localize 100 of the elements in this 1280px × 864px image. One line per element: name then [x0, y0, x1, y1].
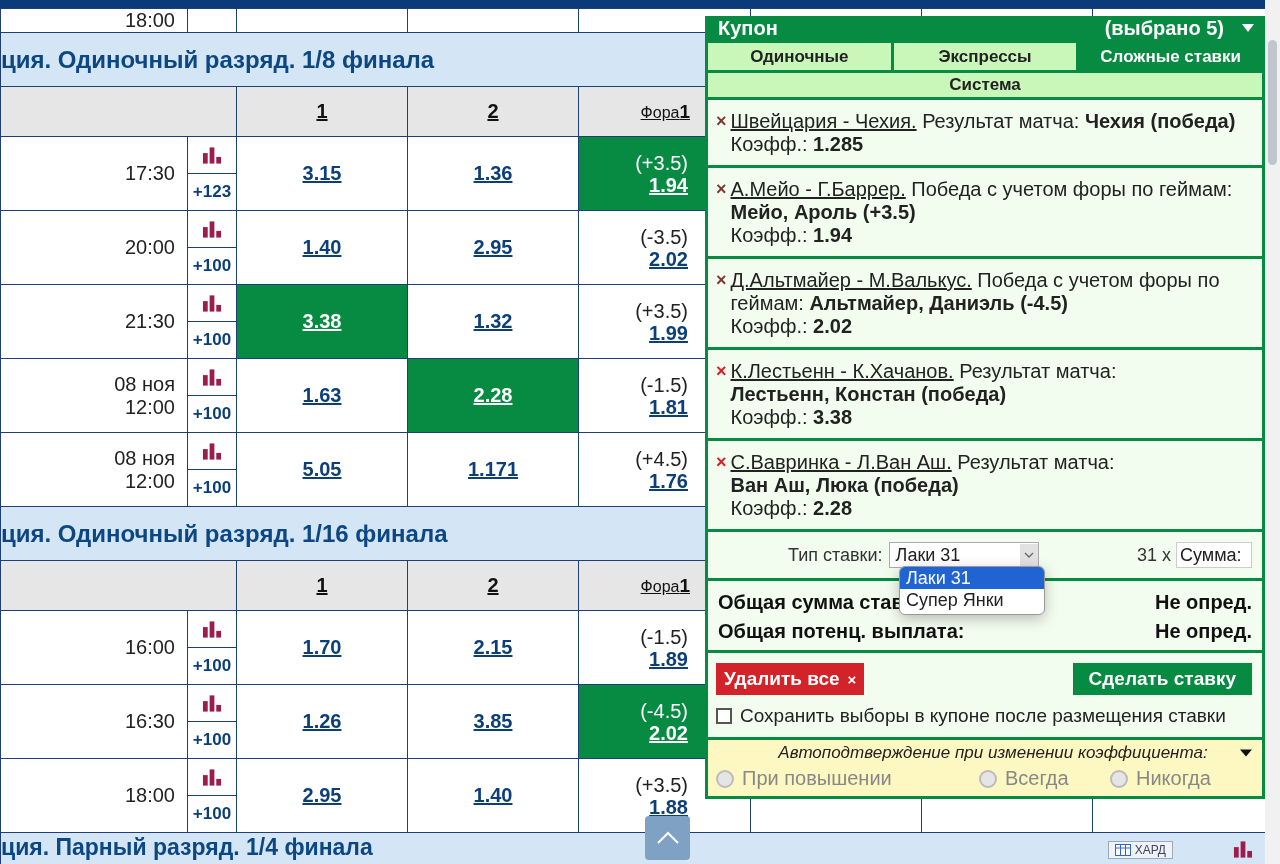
- checkbox[interactable]: [716, 708, 732, 724]
- radio-label: Всегда: [1005, 767, 1069, 790]
- remove-button[interactable]: ×: [716, 269, 727, 292]
- match-link[interactable]: С.Вавринка - Л.Ван Аш.: [730, 451, 952, 473]
- bet-type-label: Тип ставки:: [788, 544, 883, 566]
- odds-cell[interactable]: (+3.5) 1.94: [579, 137, 706, 210]
- system-tab[interactable]: Система: [708, 73, 1262, 97]
- coupon-tab[interactable]: Одиночные: [708, 43, 891, 70]
- handicap-line: (+3.5): [635, 299, 688, 322]
- chart-icon: [202, 146, 222, 164]
- odds-cell[interactable]: 5.05: [236, 432, 408, 507]
- dropdown-option[interactable]: Лаки 31: [900, 567, 1044, 589]
- odds-link[interactable]: 2.02: [649, 721, 688, 744]
- odds-link[interactable]: 1.63: [302, 384, 342, 406]
- statistics-button[interactable]: [202, 442, 222, 460]
- match-link[interactable]: К.Лестьенн - К.Хачанов.: [730, 360, 954, 382]
- chevron-up-icon: [655, 831, 680, 845]
- surface-badge[interactable]: ХАРД: [1107, 841, 1173, 859]
- odds-link[interactable]: 3.15: [302, 162, 342, 184]
- match-link[interactable]: Швейцария - Чехия.: [730, 110, 917, 132]
- delete-all-button[interactable]: Удалить все ×: [716, 663, 865, 695]
- odds-cell[interactable]: 2.95: [236, 758, 408, 833]
- autoconfirm-title: Автоподтверждение при изменении коэффициента:: [776, 743, 1209, 763]
- odds-cell[interactable]: 1.63: [236, 358, 408, 433]
- odds-cell[interactable]: 3.38: [236, 284, 408, 359]
- column-header[interactable]: 1: [316, 574, 328, 596]
- odds-cell[interactable]: 2.15: [407, 610, 579, 685]
- scrollbar-thumb[interactable]: [1268, 40, 1277, 165]
- caret-icon: [1023, 552, 1034, 558]
- column-header[interactable]: 2: [487, 100, 499, 122]
- odds-link[interactable]: 3.38: [302, 310, 342, 332]
- odds-link[interactable]: 1.32: [473, 310, 513, 332]
- odds-text: Коэфф.: 1.285: [730, 133, 865, 156]
- handicap-line: (-3.5): [640, 225, 688, 248]
- column-header[interactable]: Фора1: [640, 574, 690, 597]
- time-text: 16:00: [124, 636, 175, 658]
- remove-button[interactable]: ×: [716, 178, 727, 201]
- statistics-button[interactable]: [202, 146, 222, 164]
- statistics-button[interactable]: [202, 294, 222, 312]
- odds-cell[interactable]: (-4.5) 2.02: [579, 685, 706, 758]
- odds-cell[interactable]: (-1.5) 1.81: [579, 359, 706, 432]
- odds-link[interactable]: 2.95: [302, 784, 342, 806]
- statistics-button[interactable]: [202, 694, 222, 712]
- odds-link[interactable]: 2.15: [473, 636, 513, 658]
- odds-cell[interactable]: (+4.5) 1.76: [579, 433, 706, 506]
- bet-type-select[interactable]: Лаки 31: [888, 542, 1039, 568]
- dropdown-option[interactable]: Супер Янки: [900, 589, 1044, 611]
- odds-link[interactable]: 5.05: [302, 458, 342, 480]
- match-link[interactable]: А.Мейо - Г.Баррер.: [730, 178, 906, 200]
- odds-cell[interactable]: 1.26: [236, 684, 408, 759]
- odds-cell[interactable]: 1.70: [236, 610, 408, 685]
- odds-link[interactable]: 2.95: [473, 236, 513, 258]
- handicap-line: (+3.5): [635, 151, 688, 174]
- odds-link[interactable]: 1.89: [649, 647, 688, 670]
- odds-cell[interactable]: 1.36: [407, 136, 579, 211]
- chart-icon: [202, 442, 222, 460]
- odds-link[interactable]: 1.81: [649, 395, 688, 418]
- odds-cell[interactable]: 1.32: [407, 284, 579, 359]
- odds-link[interactable]: 1.88: [649, 795, 688, 818]
- match-link[interactable]: Д.Альтмайер - М.Валькус.: [730, 269, 972, 291]
- statistics-button[interactable]: [202, 768, 222, 786]
- remove-button[interactable]: ×: [716, 451, 727, 474]
- odds-cell[interactable]: 1.171: [407, 432, 579, 507]
- odds-link[interactable]: 3.85: [473, 710, 513, 732]
- odds-link[interactable]: 2.28: [473, 384, 513, 406]
- statistics-button[interactable]: [202, 220, 222, 238]
- odds-cell[interactable]: 2.28: [407, 358, 579, 433]
- odds-link[interactable]: 1.76: [649, 469, 688, 492]
- odds-link[interactable]: 1.171: [467, 458, 519, 480]
- time-text: 21:30: [124, 310, 175, 332]
- date-text: 08 ноя: [114, 372, 175, 395]
- multiplier-text: 31 x: [1136, 544, 1171, 566]
- odds-cell[interactable]: 3.15: [236, 136, 408, 211]
- odds-link[interactable]: 1.26: [302, 710, 342, 732]
- handicap-line: (+4.5): [635, 447, 688, 470]
- odds-cell[interactable]: 2.95: [407, 210, 579, 285]
- radio-label: Никогда: [1136, 767, 1211, 790]
- coupon-tab[interactable]: Экспрессы: [893, 43, 1077, 70]
- odds-link[interactable]: 2.02: [649, 247, 688, 270]
- odds-link[interactable]: 1.99: [649, 321, 688, 344]
- remove-button[interactable]: ×: [716, 110, 727, 133]
- selection-count: (выбрано 5): [1104, 16, 1224, 40]
- remove-button[interactable]: ×: [716, 360, 727, 383]
- statistics-button[interactable]: [202, 620, 222, 638]
- amount-field[interactable]: Сумма:: [1176, 542, 1252, 568]
- odds-link[interactable]: 1.40: [473, 784, 513, 806]
- statistics-button[interactable]: [202, 368, 222, 386]
- odds-link[interactable]: 1.36: [473, 162, 513, 184]
- odds-link[interactable]: 1.40: [302, 236, 342, 258]
- odds-cell[interactable]: 1.40: [236, 210, 408, 285]
- column-header[interactable]: 1: [316, 100, 328, 122]
- odds-link[interactable]: 1.70: [302, 636, 342, 658]
- column-header[interactable]: Фора1: [640, 100, 690, 123]
- column-header[interactable]: 2: [487, 574, 499, 596]
- odds-link[interactable]: 1.94: [649, 173, 688, 196]
- odds-cell[interactable]: (-3.5) 2.02: [579, 211, 706, 284]
- odds-cell[interactable]: 1.40: [407, 758, 579, 833]
- handicap-line: (-4.5): [640, 699, 688, 722]
- place-bet-button[interactable]: Сделать ставку: [1072, 663, 1252, 695]
- odds-cell[interactable]: 3.85: [407, 684, 579, 759]
